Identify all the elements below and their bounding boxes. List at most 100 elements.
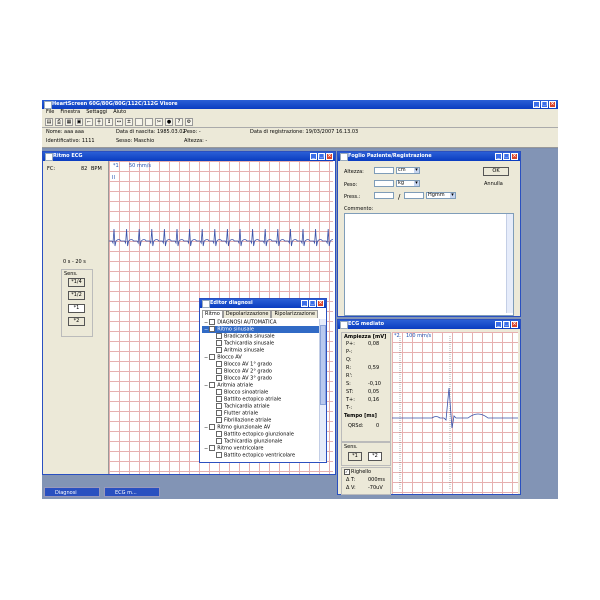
foglio-titlebar[interactable]: Foglio Paziente/Registrazione _ □ × <box>338 152 520 161</box>
foglio-maximize-button[interactable]: □ <box>503 153 510 160</box>
tree-checkbox[interactable] <box>216 396 222 402</box>
ritmo-minimize-button[interactable]: _ <box>310 153 317 160</box>
tree-item[interactable]: Blocco AV 3° grado <box>202 375 322 382</box>
tree-item[interactable]: Blocco AV 1° grado <box>202 361 322 368</box>
mediato-close-button[interactable]: × <box>511 321 518 328</box>
mediato-sens-one-button[interactable]: *1 <box>348 452 362 461</box>
ritmo-titlebar[interactable]: Ritmo ECG _ □ × <box>43 152 335 161</box>
tree-item[interactable]: Aritmia sinusale <box>202 347 322 354</box>
mediato-minimize-button[interactable]: _ <box>495 321 502 328</box>
ecg-mediato-grid[interactable]: *2 100 mm/s <box>392 332 518 494</box>
commento-textarea[interactable] <box>344 213 514 316</box>
editor-titlebar[interactable]: Editor diagnosi _ □ × <box>200 299 326 308</box>
editor-maximize-button[interactable]: □ <box>309 300 316 307</box>
peso-input[interactable] <box>374 180 394 187</box>
press-sys-input[interactable] <box>374 192 394 199</box>
tree-checkbox[interactable] <box>216 340 222 346</box>
altezza-unit-select[interactable]: cm <box>396 167 420 174</box>
tree-item[interactable]: Tachicardia giunzionale <box>202 438 322 445</box>
help-icon[interactable]: ? <box>175 117 183 126</box>
tree-checkbox[interactable] <box>216 333 222 339</box>
tree-expander-icon[interactable]: − <box>204 446 208 452</box>
close-button[interactable]: × <box>549 101 556 108</box>
tree-expander-icon[interactable]: − <box>204 320 208 326</box>
annulla-button[interactable]: Annulla <box>484 181 503 187</box>
tree-checkbox[interactable] <box>209 424 216 430</box>
tree-item[interactable]: Tachicardia atriale <box>202 403 322 410</box>
tree-item[interactable]: − DIAGNOSI AUTOMATICA <box>202 319 322 326</box>
taskbar-ecg-mediato[interactable]: ECG m... <box>104 487 160 497</box>
tree-item[interactable]: − Blocco AV <box>202 354 322 361</box>
tree-item[interactable]: Fibrillazione atriale <box>202 417 322 424</box>
menu-settaggi[interactable]: Settaggi <box>86 109 107 116</box>
tab-depolarizzazione[interactable]: Depolarizzazione <box>222 310 272 318</box>
settings-icon[interactable]: ⚙ <box>185 117 193 126</box>
mediato-sens-two-button[interactable]: *2 <box>368 452 382 461</box>
commento-scrollbar[interactable] <box>506 214 513 313</box>
tree-expander-icon[interactable]: − <box>204 425 208 431</box>
altezza-input[interactable] <box>374 167 394 174</box>
preview-icon[interactable]: ▦ <box>65 117 73 126</box>
blank-tool-icon[interactable] <box>135 117 143 126</box>
sens-one-button[interactable]: *1 <box>68 304 85 313</box>
tree-checkbox[interactable] <box>216 347 222 353</box>
tree-checkbox[interactable] <box>209 382 216 388</box>
tree-item[interactable]: − Ritmo sinusale <box>202 326 322 333</box>
tree-checkbox[interactable] <box>216 452 222 458</box>
tree-checkbox[interactable] <box>216 431 222 437</box>
editor-close-button[interactable]: × <box>317 300 324 307</box>
measure-icon[interactable]: ± <box>125 117 133 126</box>
tree-checkbox[interactable] <box>216 438 222 444</box>
tree-expander-icon[interactable]: − <box>204 327 208 333</box>
tree-checkbox[interactable] <box>209 445 216 451</box>
tree-item[interactable]: Battito ectopico atriale <box>202 396 322 403</box>
sens-two-button[interactable]: *2 <box>68 317 85 326</box>
color-icon[interactable]: ● <box>165 117 173 126</box>
press-dia-input[interactable] <box>404 192 424 199</box>
tree-checkbox[interactable] <box>216 361 222 367</box>
save-icon[interactable]: ▣ <box>75 117 83 126</box>
foglio-close-button[interactable]: × <box>511 153 518 160</box>
editor-minimize-button[interactable]: _ <box>301 300 308 307</box>
tree-item[interactable]: Flutter atriale <box>202 410 322 417</box>
tree-checkbox[interactable] <box>216 368 222 374</box>
peso-unit-select[interactable]: kg <box>396 180 420 187</box>
minimize-button[interactable]: _ <box>533 101 540 108</box>
tab-ripolarizzazione[interactable]: Ripolarizzazione <box>271 310 319 318</box>
tree-checkbox[interactable] <box>209 354 216 360</box>
tree-checkbox[interactable] <box>209 326 216 332</box>
tree-expander-icon[interactable]: − <box>204 383 208 389</box>
tools-icon[interactable]: ✂ <box>155 117 163 126</box>
tree-checkbox[interactable] <box>216 410 222 416</box>
menu-finestra[interactable]: Finestra <box>60 109 80 116</box>
mediato-titlebar[interactable]: ECG mediato _ □ × <box>338 320 520 329</box>
tree-checkbox[interactable] <box>216 389 222 395</box>
tree-checkbox[interactable] <box>216 375 222 381</box>
menu-aiuto[interactable]: Aiuto <box>113 109 126 116</box>
foglio-minimize-button[interactable]: _ <box>495 153 502 160</box>
tree-item[interactable]: Battito ectopico giunzionale <box>202 431 322 438</box>
tree-checkbox[interactable] <box>216 403 222 409</box>
tree-checkbox[interactable] <box>216 417 222 423</box>
tree-expander-icon[interactable]: − <box>204 355 208 361</box>
tree-scroll-thumb[interactable] <box>320 325 326 405</box>
tree-item[interactable]: − Ritmo giunzionale AV <box>202 424 322 431</box>
tree-item[interactable]: − Ritmo ventricolare <box>202 445 322 452</box>
tree-item[interactable]: Bradicardia sinusale <box>202 333 322 340</box>
time-icon[interactable]: ↔ <box>115 117 123 126</box>
tree-scrollbar[interactable] <box>319 319 326 461</box>
ok-button[interactable]: OK <box>483 167 509 176</box>
press-unit-select[interactable]: Hgmm <box>426 192 456 199</box>
tree-item[interactable]: Battito ectopico ventricolare <box>202 452 322 459</box>
tree-item[interactable]: Blocco sinoatriale <box>202 389 322 396</box>
tree-item[interactable]: Tachicardia sinusale <box>202 340 322 347</box>
menu-file[interactable]: File <box>46 109 54 116</box>
sens-quarter-button[interactable]: *1/4 <box>68 278 85 287</box>
maximize-button[interactable]: □ <box>541 101 548 108</box>
ritmo-maximize-button[interactable]: □ <box>318 153 325 160</box>
tree-item[interactable]: − Aritmia atriale <box>202 382 322 389</box>
taskbar-diagnosi[interactable]: Diagnosi <box>44 487 100 497</box>
sens-half-button[interactable]: *1/2 <box>68 291 85 300</box>
tree-item[interactable]: Blocco AV 2° grado <box>202 368 322 375</box>
blank-tool-icon-2[interactable] <box>145 117 153 126</box>
